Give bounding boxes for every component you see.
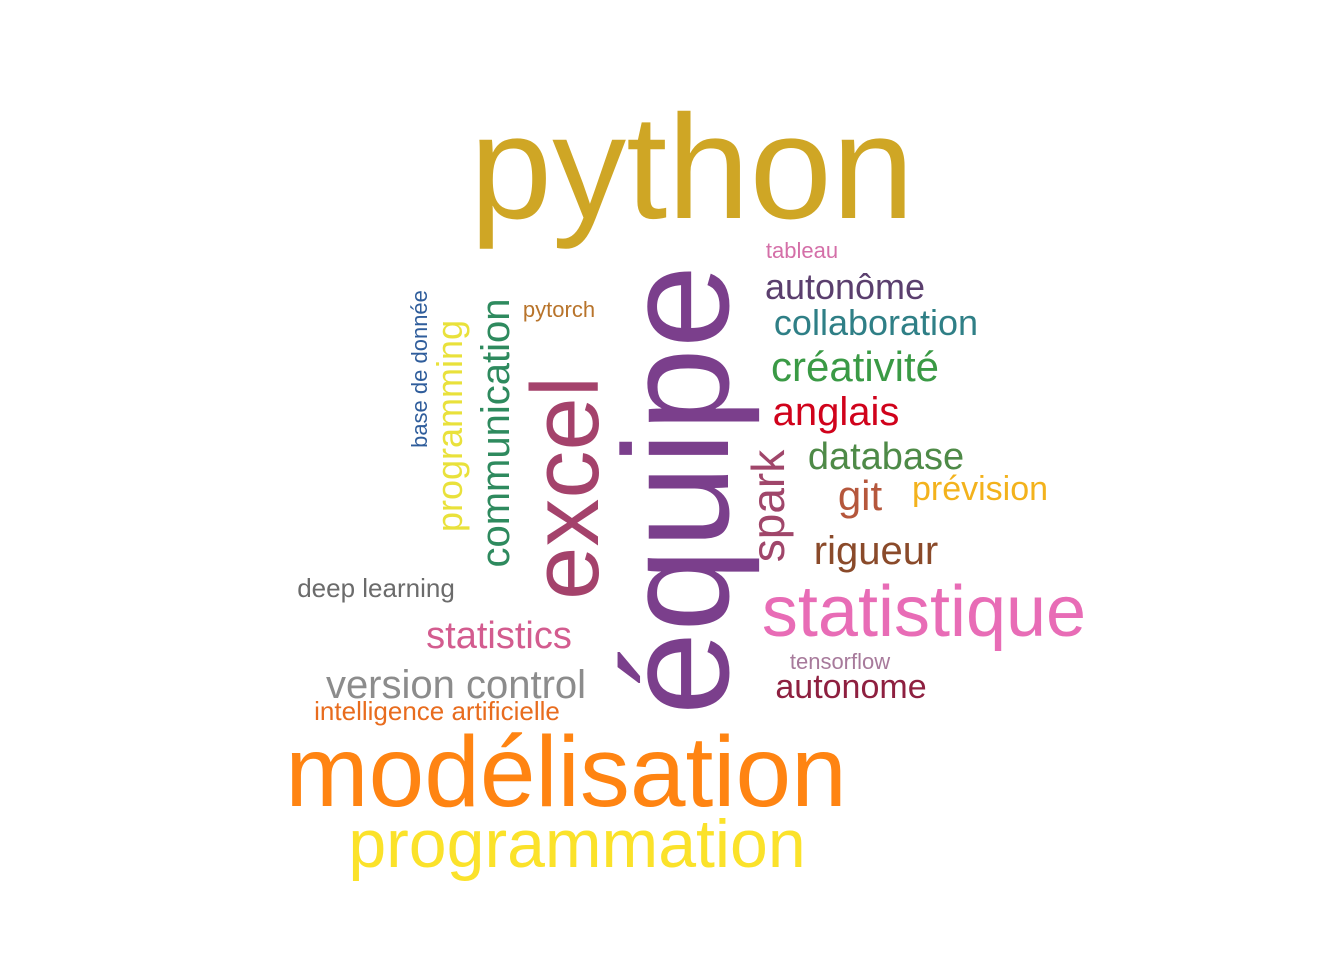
word-autonome-circumflex: autonôme [764, 266, 926, 307]
word-pytorch: pytorch [522, 297, 596, 322]
word-tableau: tableau [765, 238, 839, 263]
word-deep-learning: deep learning [297, 573, 455, 603]
word-excel: excel [512, 375, 619, 601]
word-statistics: statistics [426, 615, 572, 657]
word-statistique: statistique [761, 572, 1087, 652]
word-creativite: créativité [770, 343, 940, 390]
word-base-de-donnee: base de donnée [407, 290, 432, 448]
word-prevision: prévision [911, 470, 1049, 508]
word-python: python [469, 85, 915, 250]
word-programmation: programmation [348, 806, 806, 882]
word-equipe: équipe [592, 264, 760, 716]
word-collaboration: collaboration [773, 302, 979, 343]
word-autonome: autonome [775, 668, 927, 706]
word-programming: programming [429, 319, 470, 533]
word-git: git [837, 472, 883, 519]
word-spark: spark [742, 449, 794, 563]
word-anglais: anglais [772, 390, 900, 434]
word-rigueur: rigueur [813, 529, 939, 573]
word-communication: communication [474, 298, 518, 568]
word-cloud: python équipe excel communication progra… [0, 0, 1344, 960]
